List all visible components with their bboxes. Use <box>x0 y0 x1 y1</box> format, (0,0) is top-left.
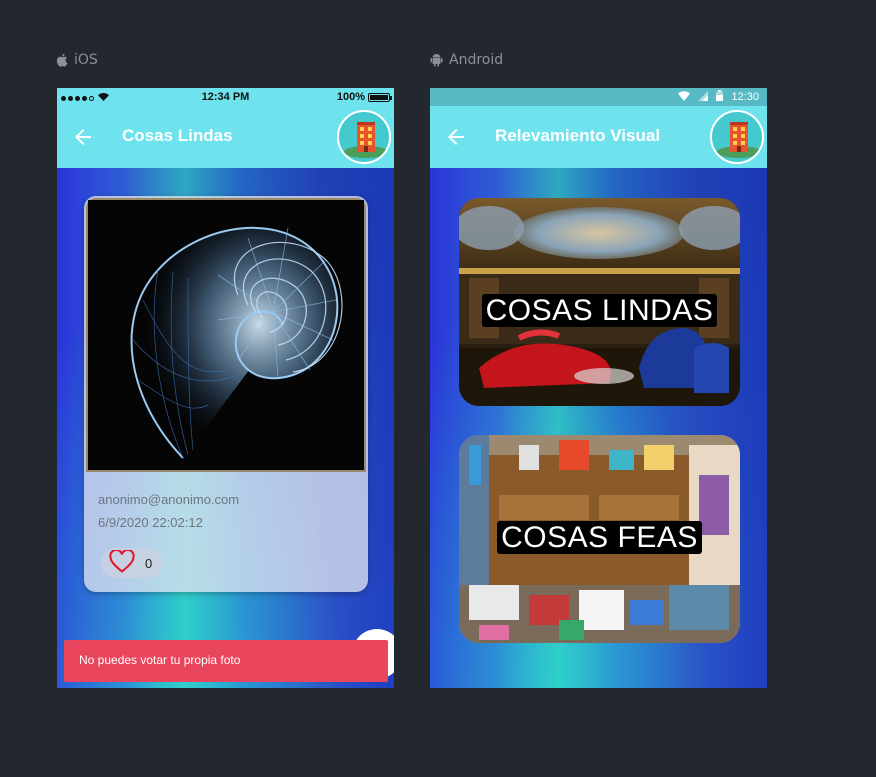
status-time: 12:30 <box>731 91 759 103</box>
apple-icon <box>56 53 68 67</box>
cell-signal-icon <box>698 90 709 104</box>
battery-icon <box>368 92 392 102</box>
battery-indicator: 100% <box>336 91 392 103</box>
battery-percent: 100% <box>336 91 365 103</box>
app-bar: Cosas Lindas <box>57 106 394 168</box>
platform-name: Android <box>449 52 504 68</box>
photo-date: 6/9/2020 22:02:12 <box>98 515 203 530</box>
page-title: Relevamiento Visual <box>495 126 661 145</box>
photo-card[interactable]: anonimo@anonimo.com 6/9/2020 22:02:12 0 <box>84 196 368 592</box>
status-bar: 12:30 <box>430 88 767 106</box>
arrow-left-icon[interactable] <box>444 125 468 149</box>
app-bar: Relevamiento Visual <box>430 106 767 168</box>
arrow-left-icon[interactable] <box>71 125 95 149</box>
platform-label-android: Android <box>430 52 503 68</box>
nautilus-shell-image[interactable] <box>86 198 366 472</box>
ios-device: 12:34 PM 100% Cosas Lindas anonimo@anoni… <box>57 88 394 688</box>
building-icon[interactable] <box>710 110 764 164</box>
heart-outline-icon <box>109 548 135 576</box>
building-icon[interactable] <box>337 110 391 164</box>
status-bar: 12:34 PM 100% <box>57 88 394 106</box>
tile-title: COSAS LINDAS <box>481 294 718 327</box>
android-device: 12:30 Relevamiento Visual COSAS LINDAS C… <box>430 88 767 688</box>
category-tile-cosas-feas[interactable]: COSAS FEAS <box>459 435 740 643</box>
platform-label-ios: iOS <box>56 52 98 68</box>
wifi-icon <box>678 90 691 104</box>
tile-title: COSAS FEAS <box>497 521 702 554</box>
category-tile-cosas-lindas[interactable]: COSAS LINDAS <box>459 198 740 406</box>
error-toast: No puedes votar tu propia foto <box>64 640 388 682</box>
like-count: 0 <box>145 555 153 571</box>
page-title: Cosas Lindas <box>122 126 233 145</box>
like-button[interactable]: 0 <box>101 548 162 578</box>
android-icon <box>430 53 443 67</box>
battery-icon <box>716 90 724 104</box>
platform-name: iOS <box>74 52 98 68</box>
author-email: anonimo@anonimo.com <box>98 492 240 507</box>
